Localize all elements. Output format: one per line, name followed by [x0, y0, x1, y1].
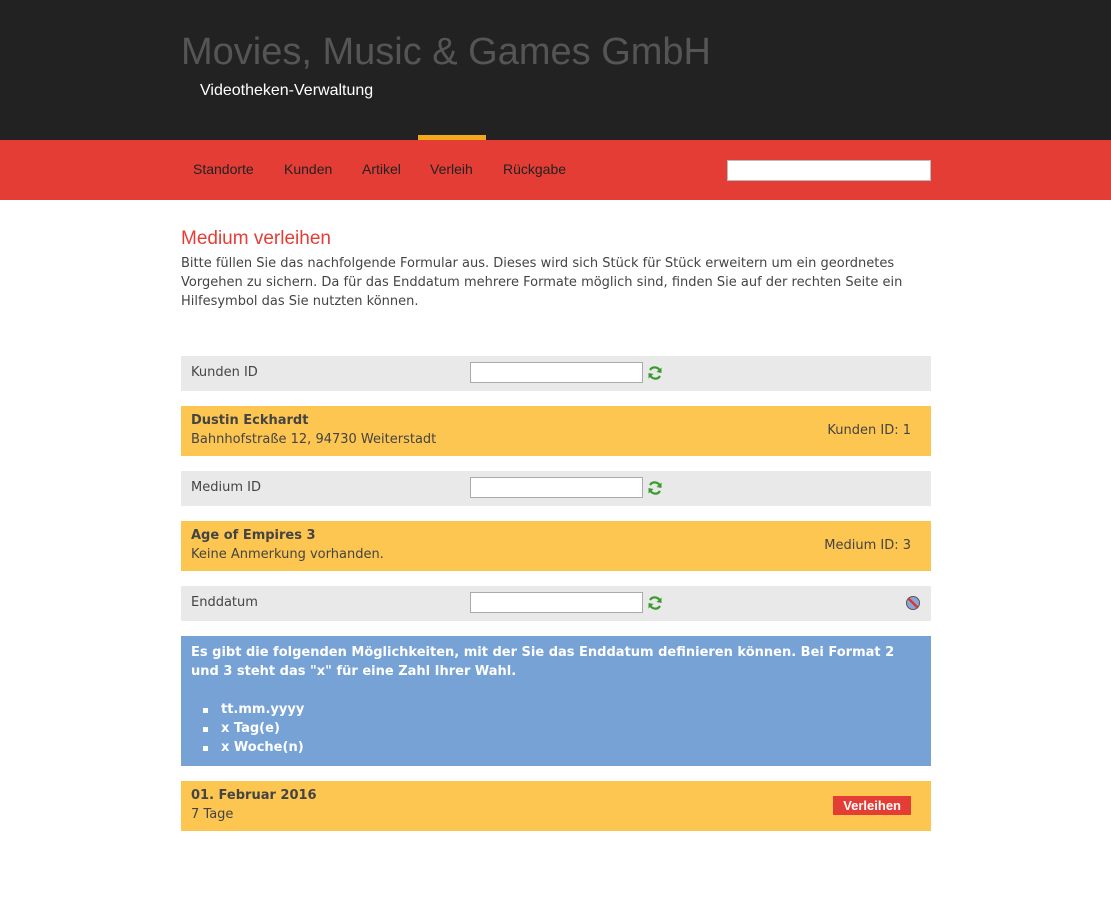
- medium-id-label: Medium ID: [191, 480, 261, 495]
- list-item: tt.mm.yyyy: [203, 700, 304, 719]
- nav-item-standorte[interactable]: Standorte: [193, 161, 254, 177]
- format-3: x Woche(n): [221, 740, 304, 755]
- medium-id-input[interactable]: [470, 477, 643, 498]
- format-list: tt.mm.yyyy x Tag(e) x Woche(n): [203, 700, 304, 757]
- intro-text: Bitte füllen Sie das nachfolgende Formul…: [181, 256, 903, 309]
- enddate-input[interactable]: [470, 592, 643, 613]
- enddate-help-box: Es gibt die folgenden Möglichkeiten, mit…: [181, 636, 931, 766]
- medium-note: Keine Anmerkung vorhanden.: [191, 547, 384, 562]
- medium-id-value: Medium ID: 3: [824, 538, 911, 553]
- nav-item-verleih[interactable]: Verleih: [430, 161, 473, 177]
- customer-id-input[interactable]: [470, 362, 643, 383]
- main-nav: Standorte Kunden Artikel Verleih Rückgab…: [0, 140, 1111, 200]
- enddate-label: Enddatum: [191, 595, 258, 610]
- customer-name: Dustin Eckhardt: [191, 413, 309, 428]
- medium-info-card: Age of Empires 3 Keine Anmerkung vorhand…: [181, 521, 931, 571]
- bullet-icon: [203, 746, 208, 751]
- header: Movies, Music & Games GmbH Videotheken-V…: [0, 0, 1111, 140]
- brand-subtitle: Videotheken-Verwaltung: [200, 82, 374, 99]
- medium-title: Age of Empires 3: [191, 528, 316, 543]
- medium-id-row: Medium ID: [181, 471, 931, 506]
- customer-info-card: Dustin Eckhardt Bahnhofstraße 12, 94730 …: [181, 406, 931, 456]
- lend-summary-card: 01. Februar 2016 7 Tage Verleihen: [181, 781, 931, 831]
- duration-value: 7 Tage: [191, 807, 234, 822]
- refresh-icon[interactable]: [647, 595, 663, 611]
- customer-id-row: Kunden ID: [181, 356, 931, 391]
- refresh-icon[interactable]: [647, 365, 663, 381]
- bullet-icon: [203, 708, 208, 713]
- list-item: x Tag(e): [203, 719, 304, 738]
- help-text: Es gibt die folgenden Möglichkeiten, mit…: [191, 645, 895, 679]
- customer-id-label: Kunden ID: [191, 365, 258, 380]
- format-2: x Tag(e): [221, 721, 280, 736]
- enddate-row: Enddatum: [181, 586, 931, 621]
- nav-item-rueckgabe[interactable]: Rückgabe: [503, 161, 566, 177]
- nav-item-artikel[interactable]: Artikel: [362, 161, 401, 177]
- customer-address: Bahnhofstraße 12, 94730 Weiterstadt: [191, 432, 437, 447]
- nav-item-kunden[interactable]: Kunden: [284, 161, 332, 177]
- end-date-value: 01. Februar 2016: [191, 788, 317, 803]
- refresh-icon[interactable]: [647, 480, 663, 496]
- customer-id-value: Kunden ID: 1: [827, 423, 911, 438]
- search-input[interactable]: [727, 160, 931, 181]
- lend-button[interactable]: Verleihen: [833, 796, 911, 815]
- list-item: x Woche(n): [203, 738, 304, 757]
- brand-title: Movies, Music & Games GmbH: [181, 31, 711, 73]
- page-title: Medium verleihen: [181, 228, 331, 249]
- bullet-icon: [203, 727, 208, 732]
- format-1: tt.mm.yyyy: [221, 702, 305, 717]
- help-icon[interactable]: [905, 595, 921, 611]
